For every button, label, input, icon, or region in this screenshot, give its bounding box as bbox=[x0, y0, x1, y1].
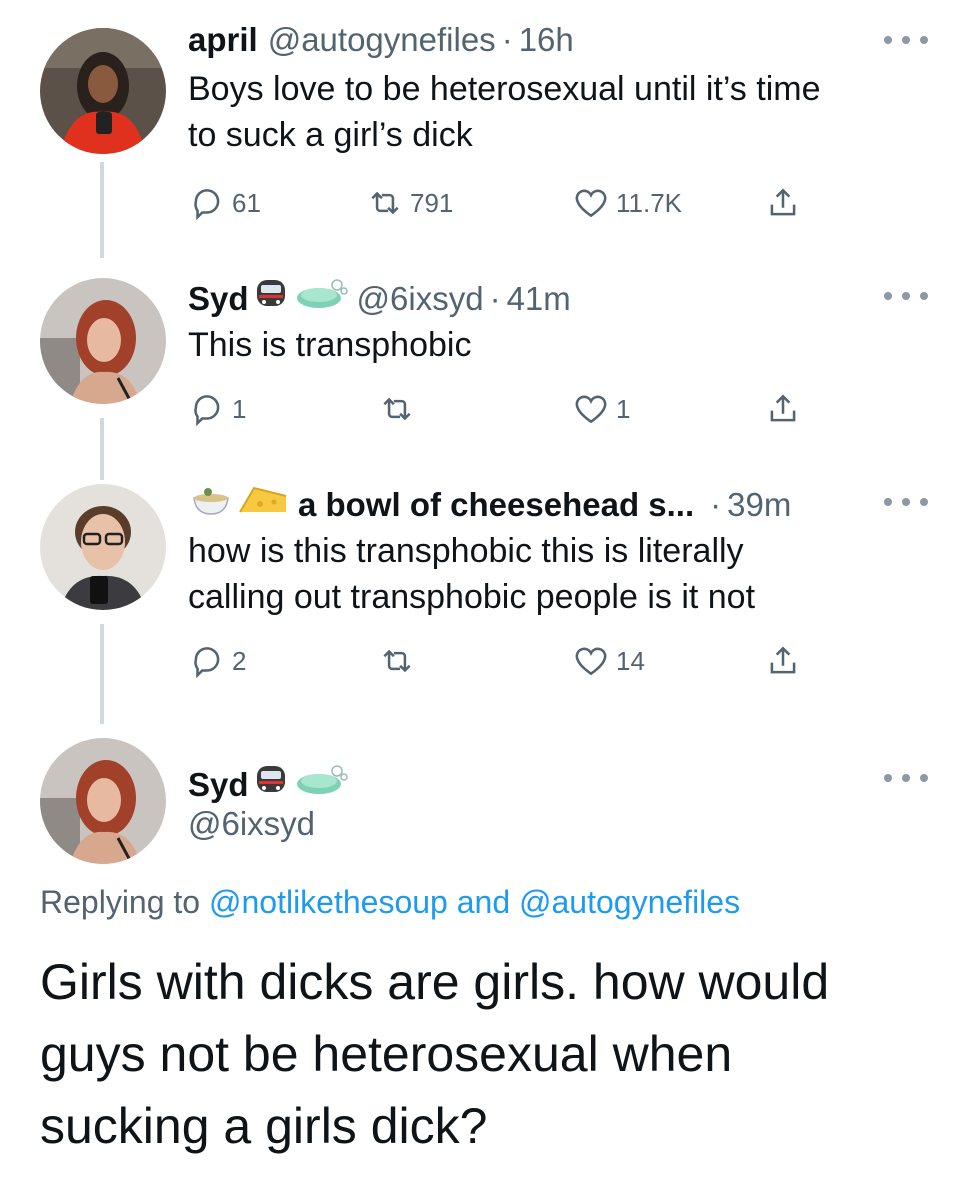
avatar[interactable] bbox=[40, 738, 166, 864]
tweet-text-line: Boys love to be heterosexual until it’s … bbox=[188, 70, 821, 108]
share-button[interactable] bbox=[764, 390, 802, 428]
reply-button[interactable]: 61 bbox=[188, 184, 261, 222]
more-dots-icon[interactable] bbox=[884, 772, 928, 784]
like-button[interactable]: 14 bbox=[572, 642, 645, 680]
more-dots-icon[interactable] bbox=[884, 496, 928, 508]
share-icon bbox=[770, 646, 796, 674]
tweet-text-line: sucking a girls dick? bbox=[40, 1098, 488, 1154]
avatar[interactable] bbox=[40, 278, 166, 404]
more-dots-icon[interactable] bbox=[884, 290, 928, 302]
author-name[interactable]: april bbox=[188, 20, 258, 60]
reply-count: 2 bbox=[232, 645, 247, 676]
speech-bubble-icon bbox=[194, 395, 220, 427]
reply-count: 1 bbox=[232, 393, 247, 424]
tweet-text: how is this transphobic this is literall… bbox=[188, 528, 918, 620]
speech-bubble-icon bbox=[194, 647, 220, 679]
like-button[interactable]: 1 bbox=[572, 390, 630, 428]
heart-icon bbox=[575, 395, 607, 424]
retweet-count: 791 bbox=[410, 187, 454, 218]
share-icon bbox=[770, 188, 796, 216]
like-count: 1 bbox=[616, 393, 631, 424]
like-button[interactable]: 11.7K bbox=[572, 184, 682, 222]
retweet-button[interactable]: 791 bbox=[366, 184, 453, 222]
avatar-image bbox=[40, 484, 166, 610]
tweet-text-line: calling out transphobic people is it not bbox=[188, 578, 756, 616]
train-emoji bbox=[251, 762, 291, 807]
tweet-text-line: guys not be heterosexual when bbox=[40, 1026, 733, 1082]
author-name[interactable]: Syd bbox=[188, 765, 249, 805]
avatar-image bbox=[40, 278, 166, 404]
replying-prefix: Replying to bbox=[40, 884, 201, 920]
separator-dot: · bbox=[489, 279, 501, 317]
retweet-button[interactable] bbox=[378, 642, 422, 680]
replying-and: and bbox=[456, 884, 511, 920]
soap-emoji bbox=[293, 762, 349, 807]
mention-link[interactable]: @notlikethesoup bbox=[209, 884, 448, 920]
mention-link[interactable]: @autogynefiles bbox=[519, 884, 740, 920]
heart-icon bbox=[575, 189, 607, 218]
retweet-button[interactable] bbox=[378, 390, 422, 428]
avatar-image bbox=[40, 28, 166, 154]
timestamp[interactable]: 16h bbox=[519, 20, 574, 60]
author-name[interactable]: Syd bbox=[188, 279, 249, 319]
action-bar: 2 14 bbox=[188, 642, 818, 682]
soap-emoji bbox=[293, 276, 349, 321]
share-icon bbox=[770, 394, 796, 422]
action-bar: 1 1 bbox=[188, 390, 818, 430]
retweet-icon bbox=[383, 397, 411, 421]
separator-dot: · bbox=[501, 21, 513, 58]
share-button[interactable] bbox=[764, 184, 802, 222]
action-bar: 61 791 11.7K bbox=[188, 184, 818, 224]
tweet-text-line: Girls with dicks are girls. how would bbox=[40, 954, 830, 1010]
reply-button[interactable]: 1 bbox=[188, 390, 246, 428]
tweet-text-line: how is this transphobic this is literall… bbox=[188, 532, 744, 570]
tweet[interactable]: april @autogynefiles · 16h Boys love to … bbox=[0, 0, 968, 250]
train-emoji bbox=[251, 276, 291, 321]
more-dots-icon[interactable] bbox=[884, 34, 928, 46]
cheese-emoji bbox=[236, 482, 290, 527]
reply-button[interactable]: 2 bbox=[188, 642, 246, 680]
separator-dot: · bbox=[710, 485, 722, 523]
tweet-text-line: to suck a girl’s dick bbox=[188, 116, 473, 154]
timestamp[interactable]: 41m bbox=[507, 279, 571, 319]
share-button[interactable] bbox=[764, 642, 802, 680]
avatar-image bbox=[40, 738, 166, 864]
bowl-emoji bbox=[188, 482, 234, 527]
avatar[interactable] bbox=[40, 484, 166, 610]
tweet[interactable]: Syd @6ixsyd · 41m This is transphobic 1 … bbox=[0, 258, 968, 458]
author-name[interactable]: a bowl of cheesehead s... bbox=[298, 485, 694, 525]
tweet[interactable]: a bowl of cheesehead s... · 39m how is t… bbox=[0, 470, 968, 710]
author-handle[interactable]: @autogynefiles bbox=[268, 20, 496, 60]
main-tweet-text: Girls with dicks are girls. how would gu… bbox=[40, 946, 940, 1162]
reply-count: 61 bbox=[232, 187, 261, 218]
like-count: 14 bbox=[616, 645, 645, 676]
timestamp[interactable]: 39m bbox=[727, 485, 791, 525]
like-count: 11.7K bbox=[616, 187, 683, 218]
replying-to: Replying to @notlikethesoup and @autogyn… bbox=[40, 884, 740, 921]
author-handle[interactable]: @6ixsyd bbox=[357, 279, 484, 319]
tweet-text: This is transphobic bbox=[188, 322, 918, 368]
speech-bubble-icon bbox=[194, 189, 220, 221]
tweet-text-line: This is transphobic bbox=[188, 326, 472, 364]
avatar[interactable] bbox=[40, 28, 166, 154]
retweet-icon bbox=[371, 191, 399, 215]
heart-icon bbox=[575, 647, 607, 676]
retweet-icon bbox=[383, 649, 411, 673]
tweet-text: Boys love to be heterosexual until it’s … bbox=[188, 66, 918, 158]
author-handle[interactable]: @6ixsyd bbox=[188, 804, 315, 844]
